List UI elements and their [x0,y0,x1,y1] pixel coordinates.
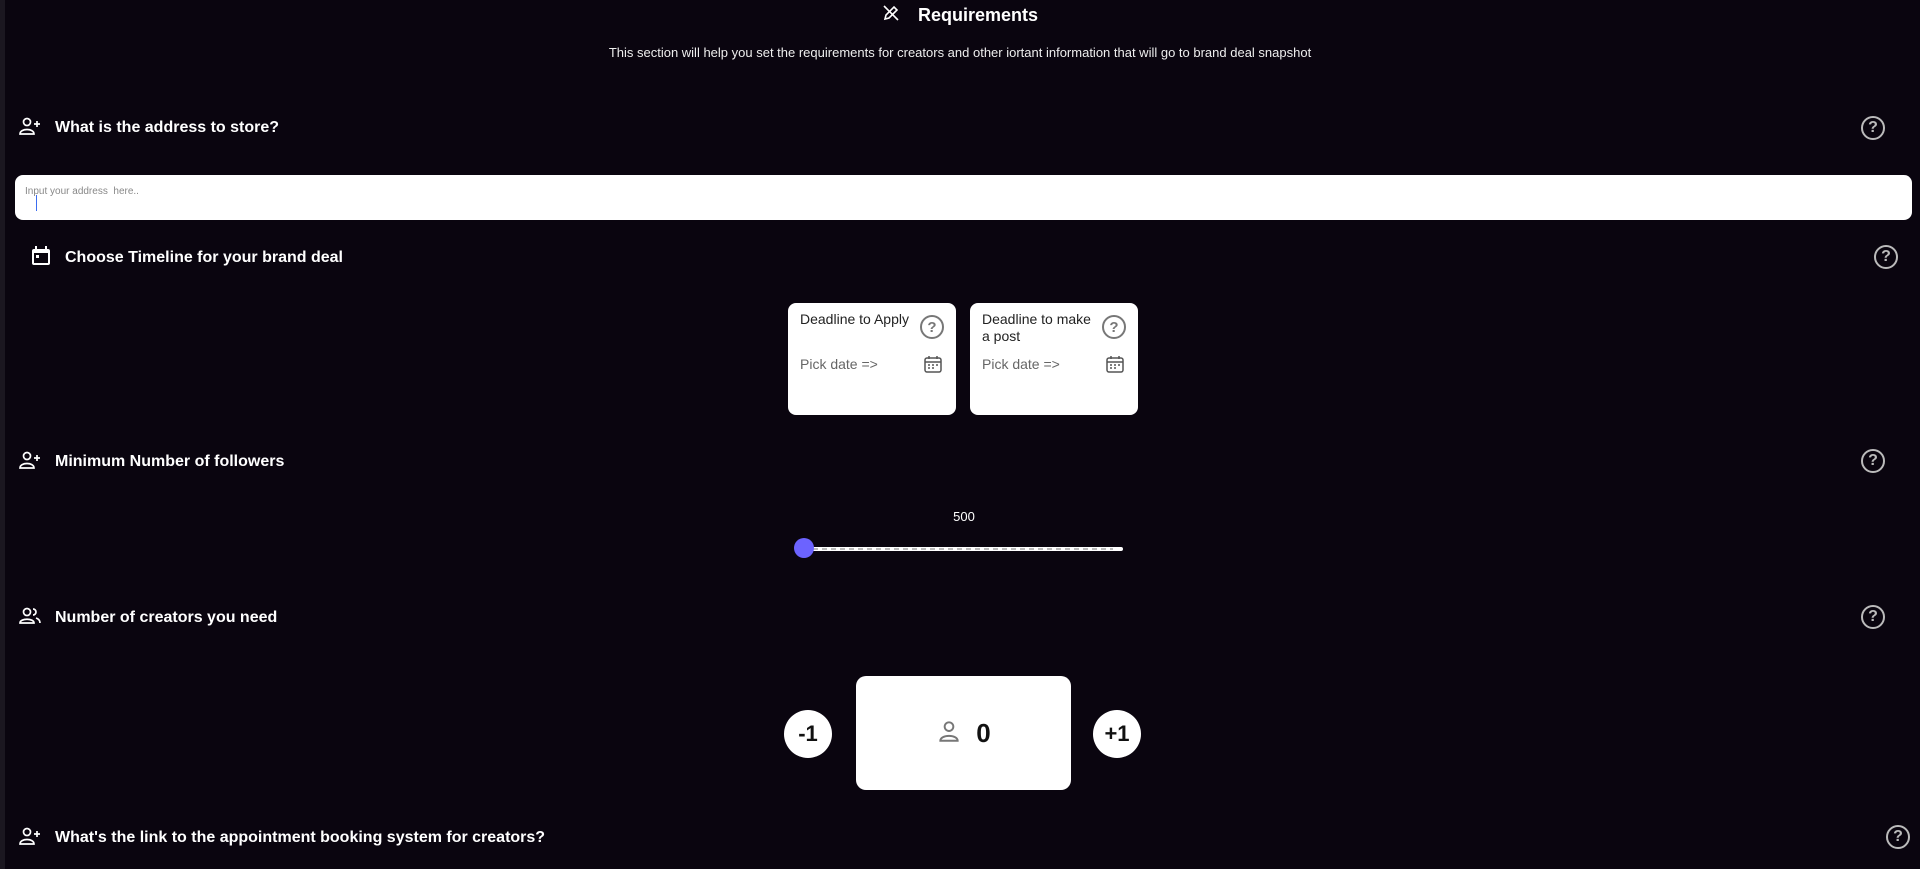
edit-pencil-icon [882,4,900,27]
text-caret [36,195,37,211]
address-input-box [15,175,1912,220]
followers-question: Minimum Number of followers [55,453,285,470]
deadline-post-card[interactable]: Deadline to make a post ? Pick date => [970,303,1138,415]
calendar-icon[interactable] [924,355,942,378]
deadline-apply-title: Deadline to Apply [800,311,909,327]
address-help-icon[interactable]: ? [1861,116,1885,140]
page-title: Requirements [917,4,1039,25]
booking-question: What's the link to the appointment booki… [55,829,546,846]
creators-count: 0 [976,717,991,748]
followers-help-icon[interactable]: ? [1861,449,1885,473]
address-input[interactable] [23,185,1887,198]
deadline-apply-card[interactable]: Deadline to Apply ? Pick date => [788,303,956,415]
decrement-button[interactable]: -1 [784,710,832,758]
booking-section: What's the link to the appointment booki… [0,823,1920,853]
followers-slider-thumb[interactable] [794,538,814,558]
calendar-icon[interactable] [1106,355,1124,378]
booking-help-icon[interactable]: ? [1886,825,1910,849]
deadline-post-help-icon[interactable]: ? [1102,315,1126,339]
page-header: Requirements [0,0,1920,26]
page-subtitle: This section will help you set the requi… [608,45,1312,60]
deadline-post-title: Deadline to make a post [982,311,1091,344]
followers-value: 500 [953,509,975,524]
timeline-section: Choose Timeline for your brand deal [0,243,1920,273]
followers-section: Minimum Number of followers [0,447,1920,477]
person-icon [936,718,962,749]
creators-question: Number of creators you need [55,609,278,626]
address-section: What is the address to store? [0,113,1920,143]
creators-section: Number of creators you need [0,603,1920,633]
creators-help-icon[interactable]: ? [1861,605,1885,629]
creators-count-box: 0 [856,676,1071,790]
deadline-post-pick-date[interactable]: Pick date => [982,356,1060,372]
add-person-icon [19,827,41,850]
deadline-apply-pick-date[interactable]: Pick date => [800,356,878,372]
deadline-apply-help-icon[interactable]: ? [920,315,944,339]
followers-slider-track[interactable] [803,547,1123,551]
people-icon [19,607,41,630]
add-person-icon [19,117,41,140]
increment-button[interactable]: +1 [1093,710,1141,758]
calendar-icon [31,245,51,271]
timeline-help-icon[interactable]: ? [1874,245,1898,269]
add-person-icon [19,451,41,474]
timeline-question: Choose Timeline for your brand deal [65,249,343,266]
address-question: What is the address to store? [55,119,280,136]
